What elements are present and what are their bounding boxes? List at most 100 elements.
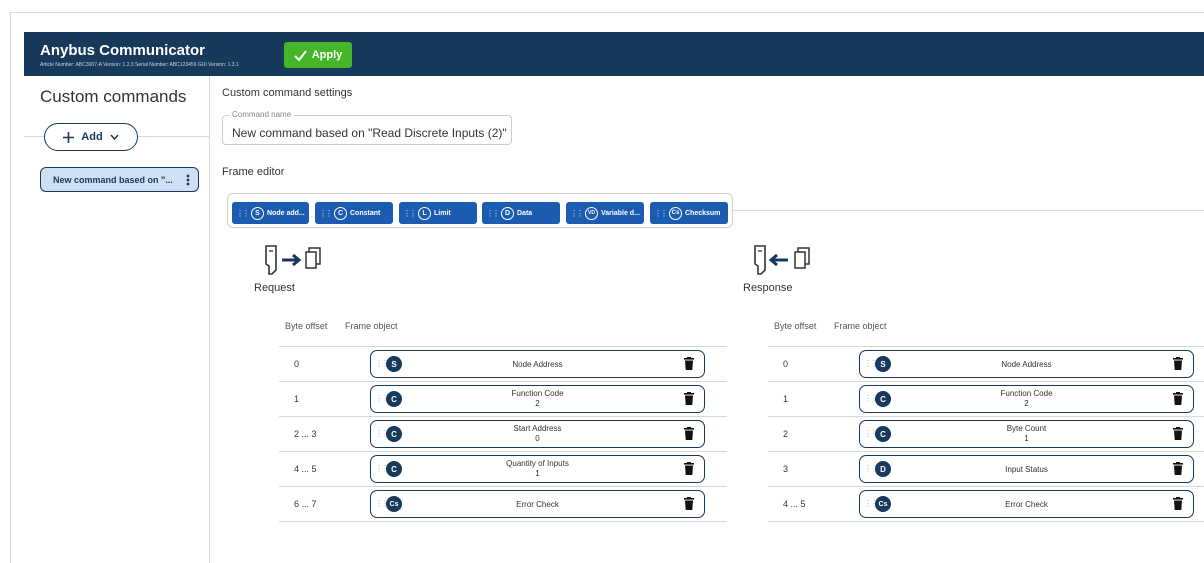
node-address-icon: S xyxy=(875,356,891,372)
drag-handle-icon: ⋮⋮ xyxy=(654,208,668,218)
request-section: Request Byte offset Frame object 0 ⋮⋮ S … xyxy=(249,237,727,537)
frame-object[interactable]: ⋮⋮ Cs Error Check xyxy=(859,490,1194,518)
drag-handle-icon: ⋮⋮ xyxy=(486,208,500,218)
check-icon xyxy=(294,49,307,61)
checksum-icon: Cs xyxy=(386,496,402,512)
frame-object-value: 1 xyxy=(1024,434,1029,443)
variable-data-icon: VD xyxy=(585,206,598,220)
byte-offset: 0 xyxy=(294,359,300,369)
frame-object-name: Start Address xyxy=(513,424,562,433)
trash-icon[interactable] xyxy=(1173,357,1183,370)
byte-offset: 4 ... 5 xyxy=(294,464,317,474)
constant-icon: C xyxy=(386,426,402,442)
frame-object-name: Error Check xyxy=(516,500,559,509)
frame-object-text: Function Code 2 xyxy=(411,389,664,408)
frame-object[interactable]: ⋮⋮ C Start Address 0 xyxy=(370,420,705,448)
chip-label: Node add... xyxy=(267,209,305,217)
constant-icon: C xyxy=(386,461,402,477)
frame-object[interactable]: ⋮⋮ C Function Code 2 xyxy=(370,385,705,413)
byte-offset: 0 xyxy=(783,359,789,369)
more-vertical-icon[interactable] xyxy=(186,174,190,186)
frame-object[interactable]: ⋮⋮ C Quantity of Inputs 1 xyxy=(370,455,705,483)
byte-offset: 6 ... 7 xyxy=(294,499,317,509)
divider xyxy=(732,210,1204,211)
table-row: 2 ⋮⋮ C Byte Count 1 xyxy=(768,417,1204,452)
frame-object-value: 2 xyxy=(1024,399,1029,408)
data-icon: D xyxy=(501,206,514,220)
frame-object-value: 1 xyxy=(535,469,540,478)
sidebar: Custom commands Add New command based on… xyxy=(24,76,210,563)
byte-offset: 2 ... 3 xyxy=(294,429,317,439)
frame-object[interactable]: ⋮⋮ Cs Error Check xyxy=(370,490,705,518)
apply-button[interactable]: Apply xyxy=(284,42,352,68)
col-header-frame-object: Frame object xyxy=(345,321,398,331)
palette-chip-constant[interactable]: ⋮⋮ C Constant xyxy=(315,202,393,224)
drag-handle-icon: ⋮⋮ xyxy=(236,208,250,218)
plus-icon xyxy=(63,131,75,143)
trash-icon[interactable] xyxy=(684,497,694,510)
table-row: 2 ... 3 ⋮⋮ C Start Address 0 xyxy=(279,417,727,452)
checksum-icon: Cs xyxy=(669,206,682,220)
request-direction-icon xyxy=(265,245,321,275)
table-row: 6 ... 7 ⋮⋮ Cs Error Check xyxy=(279,487,727,522)
drag-handle-icon: ⋮⋮ xyxy=(570,208,584,218)
trash-icon[interactable] xyxy=(684,392,694,405)
trash-icon[interactable] xyxy=(1173,497,1183,510)
top-bar: Anybus Communicator Article Number: ABC3… xyxy=(24,32,1204,76)
chip-label: Data xyxy=(517,209,533,217)
chip-label: Variable d... xyxy=(601,209,640,217)
table-row: 1 ⋮⋮ C Function Code 2 xyxy=(768,382,1204,417)
frame-object[interactable]: ⋮⋮ C Function Code 2 xyxy=(859,385,1194,413)
palette-chip-limit[interactable]: ⋮⋮ L Limit xyxy=(399,202,477,224)
frame-object-text: Byte Count 1 xyxy=(900,424,1153,443)
byte-offset: 2 xyxy=(783,429,789,439)
frame-object[interactable]: ⋮⋮ S Node Address xyxy=(859,350,1194,378)
response-title: Response xyxy=(743,282,793,294)
response-section: Response Byte offset Frame object 0 ⋮⋮ S… xyxy=(738,237,1204,537)
drag-handle-icon: ⋮⋮ xyxy=(319,208,333,218)
frame-object-name: Function Code xyxy=(1000,389,1053,398)
command-list-item[interactable]: New command based on "... xyxy=(40,167,199,192)
command-name-field[interactable]: Command name New command based on "Read … xyxy=(222,110,512,145)
response-direction-icon xyxy=(754,245,810,275)
data-icon: D xyxy=(875,461,891,477)
trash-icon[interactable] xyxy=(1173,462,1183,475)
limit-icon: L xyxy=(418,206,431,220)
trash-icon[interactable] xyxy=(684,462,694,475)
command-label: New command based on "... xyxy=(53,174,173,185)
col-header-byte-offset: Byte offset xyxy=(774,321,817,331)
palette-chip-node-address[interactable]: ⋮⋮ S Node add... xyxy=(232,202,309,224)
add-command-button[interactable]: Add xyxy=(44,123,138,151)
command-name-label: Command name xyxy=(229,110,295,119)
palette-chip-data[interactable]: ⋮⋮ D Data xyxy=(482,202,560,224)
frame-object-name: Error Check xyxy=(1005,500,1048,509)
col-header-frame-object: Frame object xyxy=(834,321,887,331)
byte-offset: 4 ... 5 xyxy=(783,499,806,509)
table-row: 4 ... 5 ⋮⋮ C Quantity of Inputs 1 xyxy=(279,452,727,487)
main-panel: Custom command settings Command name New… xyxy=(222,76,1204,563)
request-title: Request xyxy=(254,282,295,294)
chip-label: Checksum xyxy=(685,209,721,217)
table-row: 4 ... 5 ⋮⋮ Cs Error Check xyxy=(768,487,1204,522)
chip-label: Limit xyxy=(434,209,451,217)
frame-object-name: Byte Count xyxy=(1006,424,1047,433)
app-title: Anybus Communicator xyxy=(40,42,206,59)
frame-object[interactable]: ⋮⋮ S Node Address xyxy=(370,350,705,378)
trash-icon[interactable] xyxy=(684,357,694,370)
byte-offset: 3 xyxy=(783,464,789,474)
frame-object-text: Start Address 0 xyxy=(411,424,664,443)
frame-object[interactable]: ⋮⋮ C Byte Count 1 xyxy=(859,420,1194,448)
drag-handle-icon: ⋮⋮ xyxy=(403,208,417,218)
trash-icon[interactable] xyxy=(684,427,694,440)
frame-object[interactable]: ⋮⋮ D Input Status xyxy=(859,455,1194,483)
palette-chip-variable-data[interactable]: ⋮⋮ VD Variable d... xyxy=(566,202,644,224)
node-address-icon: S xyxy=(386,356,402,372)
chip-label: Constant xyxy=(350,209,381,217)
constant-icon: C xyxy=(875,426,891,442)
constant-icon: C xyxy=(875,391,891,407)
palette-chip-checksum[interactable]: ⋮⋮ Cs Checksum xyxy=(650,202,728,224)
trash-icon[interactable] xyxy=(1173,392,1183,405)
frame-object-text: Quantity of Inputs 1 xyxy=(411,459,664,478)
table-row: 0 ⋮⋮ S Node Address xyxy=(279,347,727,382)
trash-icon[interactable] xyxy=(1173,427,1183,440)
